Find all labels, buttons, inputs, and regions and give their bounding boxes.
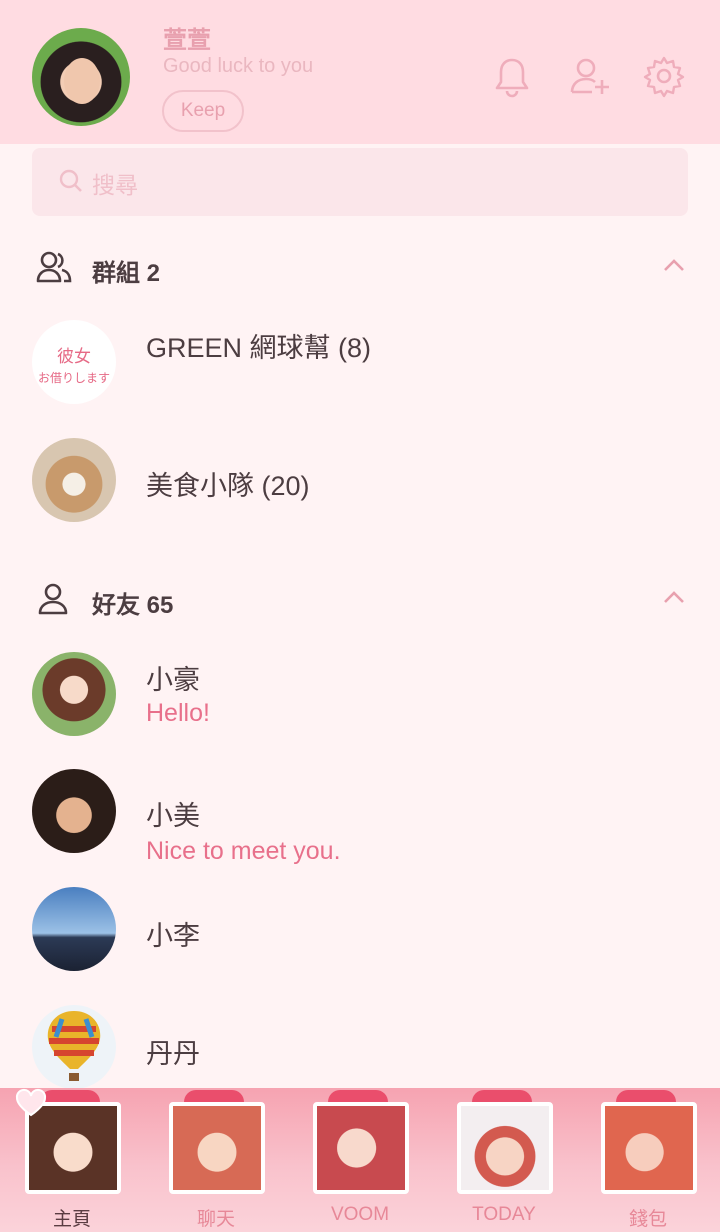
group-avatar-text-2: お借りします — [38, 371, 110, 385]
group-avatar-cat — [32, 438, 116, 522]
friends-section-header[interactable]: 好友 65 — [0, 574, 720, 624]
friend-row[interactable]: 小豪 Hello! — [0, 644, 720, 744]
groups-section-label: 群組 2 — [92, 260, 161, 287]
bottom-tab-bar: 主頁 聊天 VOOM TODAY 錢包 — [0, 1088, 720, 1232]
bell-icon[interactable] — [490, 54, 534, 98]
friend-avatar — [32, 652, 116, 736]
tab-voom[interactable]: VOOM — [288, 1088, 432, 1232]
chevron-up-icon[interactable] — [660, 586, 688, 608]
search-icon — [58, 168, 84, 194]
friend-name: 丹丹 — [146, 1039, 200, 1069]
friend-name: 小美 — [146, 801, 200, 831]
friend-name: 小豪 — [146, 665, 200, 695]
tab-today[interactable]: TODAY — [432, 1088, 576, 1232]
search-input[interactable]: 搜尋 — [32, 148, 688, 216]
friend-avatar — [32, 769, 116, 853]
tab-label: VOOM — [330, 1204, 390, 1225]
friend-row[interactable]: 小美 Nice to meet you. — [0, 762, 720, 865]
groups-section-header[interactable]: 群組 2 — [0, 242, 720, 292]
voom-tab-image — [313, 1102, 409, 1194]
add-friend-icon[interactable] — [568, 54, 612, 98]
group-row-food[interactable]: 美食小隊 (20) — [0, 430, 720, 530]
wallet-tab-image — [601, 1102, 697, 1194]
tab-label: TODAY — [472, 1204, 536, 1225]
profile-header: 萱萱 Good luck to you Keep — [0, 0, 720, 144]
friend-status-message: Hello! — [146, 699, 210, 727]
group-name: 美食小隊 (20) — [146, 471, 310, 501]
group-icon — [36, 250, 72, 284]
group-avatar-text-1: 彼女 — [57, 347, 91, 366]
friend-row[interactable]: 丹丹 — [0, 998, 720, 1098]
friend-avatar — [32, 887, 116, 971]
group-avatar: 彼女 お借りします — [32, 320, 116, 404]
friend-icon — [36, 582, 72, 616]
chat-tab-image — [169, 1102, 265, 1194]
tab-label: 聊天 — [196, 1209, 235, 1230]
tab-label: 錢包 — [628, 1209, 667, 1230]
search-placeholder: 搜尋 — [92, 172, 138, 198]
friend-row[interactable]: 小李 — [0, 880, 720, 980]
profile-name[interactable]: 萱萱 — [163, 20, 211, 55]
friend-status-message: Nice to meet you. — [146, 837, 341, 865]
tab-wallet[interactable]: 錢包 — [576, 1088, 720, 1232]
chevron-up-icon[interactable] — [660, 254, 688, 276]
friends-section-label: 好友 65 — [92, 592, 174, 619]
settings-gear-icon[interactable] — [642, 54, 686, 98]
heart-icon — [14, 1088, 48, 1118]
profile-status-message[interactable]: Good luck to you — [163, 55, 313, 78]
keep-button[interactable]: Keep — [162, 90, 244, 132]
today-tab-image — [457, 1102, 553, 1194]
profile-avatar[interactable] — [32, 28, 130, 126]
group-name: GREEN 網球幫 (8) — [146, 333, 372, 363]
tab-label: 主頁 — [52, 1209, 91, 1230]
tab-chat[interactable]: 聊天 — [144, 1088, 288, 1232]
friend-name: 小李 — [146, 921, 200, 951]
friend-avatar — [32, 1005, 116, 1089]
group-row-green[interactable]: 彼女 お借りします GREEN 網球幫 (8) — [0, 312, 720, 412]
